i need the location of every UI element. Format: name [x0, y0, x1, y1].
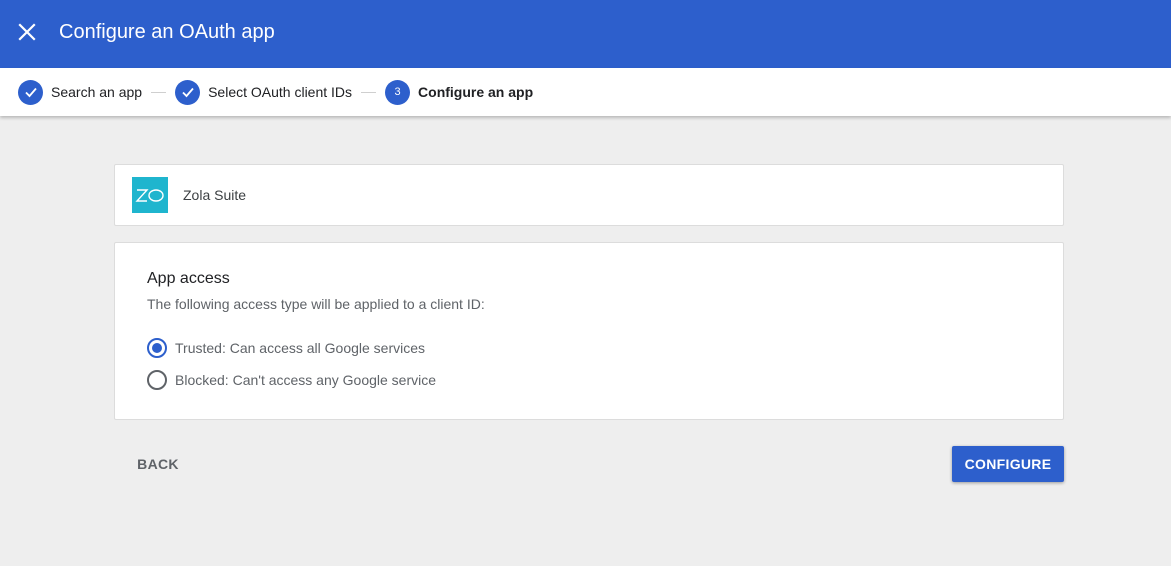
close-icon[interactable]: [15, 20, 39, 44]
page-title: Configure an OAuth app: [59, 21, 275, 43]
check-icon: [18, 79, 43, 105]
step-select-client-ids[interactable]: Select OAuth client IDs: [175, 79, 353, 105]
step-label: Search an app: [51, 84, 143, 100]
back-button[interactable]: BACK: [124, 447, 192, 481]
radio-option-trusted[interactable]: Trusted: Can access all Google services: [147, 338, 425, 358]
radio-unchecked-icon[interactable]: [147, 370, 167, 390]
step-search-app[interactable]: Search an app: [18, 79, 143, 105]
step-divider: [361, 91, 377, 93]
configure-button[interactable]: CONFIGURE: [952, 446, 1064, 482]
step-label: Select OAuth client IDs: [208, 84, 353, 100]
app-access-card: App access The following access type wil…: [114, 242, 1064, 420]
radio-checked-icon[interactable]: [147, 338, 167, 358]
app-name: Zola Suite: [183, 187, 247, 203]
radio-label: Trusted: Can access all Google services: [175, 340, 426, 356]
radio-label: Blocked: Can't access any Google service: [175, 372, 437, 388]
section-description: The following access type will be applie…: [147, 296, 485, 312]
app-logo: [132, 177, 168, 213]
step-label: Configure an app: [418, 84, 534, 100]
step-number: 3: [385, 79, 411, 105]
app-card: Zola Suite: [114, 164, 1064, 226]
stepper: Search an app Select OAuth client IDs 3 …: [0, 68, 1171, 116]
step-divider: [151, 91, 167, 93]
section-title: App access: [147, 270, 230, 287]
top-app-bar: Configure an OAuth app: [0, 0, 1171, 68]
step-configure-app[interactable]: 3 Configure an app: [385, 79, 534, 105]
radio-option-blocked[interactable]: Blocked: Can't access any Google service: [147, 370, 436, 390]
check-icon: [175, 79, 201, 105]
